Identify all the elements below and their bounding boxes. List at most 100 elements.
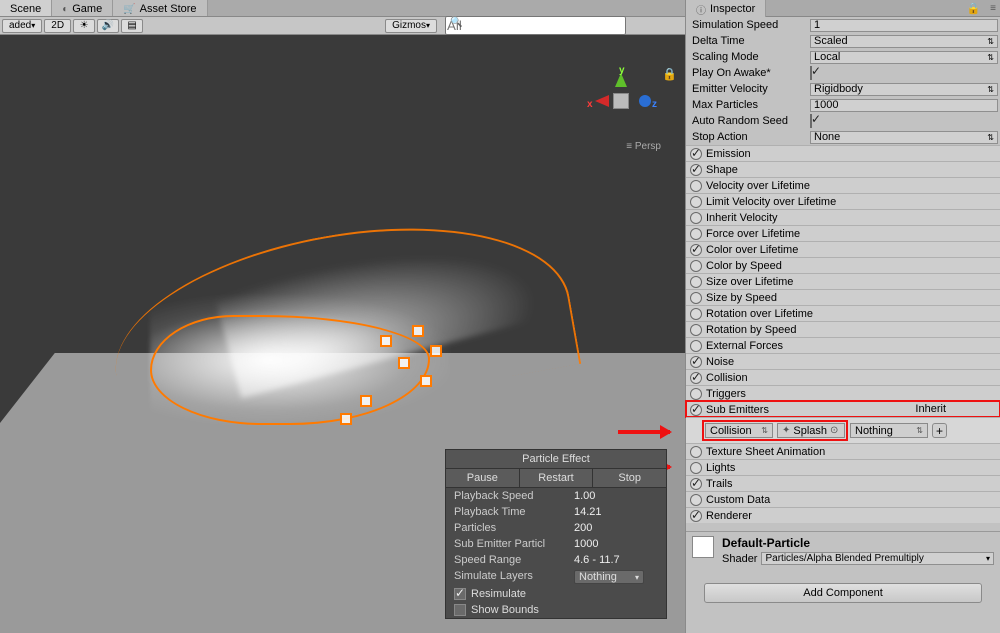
simulate-layers-dropdown[interactable]: Nothing▾ <box>574 570 644 584</box>
lighting-toggle[interactable]: ☀ <box>73 19 95 33</box>
stop-button[interactable]: Stop <box>593 469 666 487</box>
gizmos-dropdown[interactable]: Gizmos ▾ <box>385 19 437 33</box>
scene-pane: Scene ◐Game 🛒 Asset Store aded ▾ 2D ☀ 🔊 ▤… <box>0 0 685 633</box>
restart-button[interactable]: Restart <box>520 469 594 487</box>
module-enable-checkbox[interactable] <box>690 372 702 384</box>
fx-toggle[interactable]: ▤ <box>121 19 143 33</box>
module-external-forces[interactable]: External Forces <box>686 337 1000 353</box>
audio-toggle[interactable]: 🔊 <box>97 19 119 33</box>
tab-asset-store[interactable]: 🛒 Asset Store <box>113 0 207 16</box>
module-enable-checkbox[interactable] <box>690 244 702 256</box>
pause-button[interactable]: Pause <box>446 469 520 487</box>
inspector-lock-icon[interactable]: 🔒 <box>960 2 986 15</box>
module-color-over-lifetime[interactable]: Color over Lifetime <box>686 241 1000 257</box>
sun-icon: ☀ <box>80 20 89 31</box>
playback-speed-value[interactable]: 1.00 <box>574 490 595 502</box>
tab-scene[interactable]: Scene <box>0 0 52 16</box>
gizmo-z-cone[interactable] <box>639 95 651 107</box>
module-enable-checkbox[interactable] <box>690 196 702 208</box>
auto-random-seed-checkbox[interactable] <box>810 114 812 128</box>
particles-label: Particles <box>454 522 574 534</box>
module-enable-checkbox[interactable] <box>690 212 702 224</box>
module-enable-checkbox[interactable] <box>690 148 702 160</box>
module-color-by-speed[interactable]: Color by Speed <box>686 257 1000 273</box>
module-enable-checkbox[interactable] <box>690 446 702 458</box>
playback-time-value[interactable]: 14.21 <box>574 506 602 518</box>
orientation-gizmo[interactable]: x y z <box>587 65 657 135</box>
module-enable-checkbox[interactable] <box>690 228 702 240</box>
module-rotation-by-speed[interactable]: Rotation by Speed <box>686 321 1000 337</box>
inspector-menu-icon[interactable]: ≡ <box>986 3 1000 14</box>
object-picker-icon[interactable]: ⊙ <box>830 425 838 436</box>
show-bounds-checkbox[interactable] <box>454 604 466 616</box>
sub-emitter-object-field[interactable]: ✦Splash⊙ <box>777 423 845 438</box>
sub-emitter-inherit-dropdown[interactable]: Nothing⇅ <box>850 423 928 438</box>
scene-viewport[interactable]: x y z ≡ Persp 🔒 Particle Effect Pause Re… <box>0 35 685 633</box>
module-texture-sheet-animation[interactable]: Texture Sheet Animation <box>686 443 1000 459</box>
tab-game[interactable]: ◐Game <box>52 0 113 16</box>
module-enable-checkbox[interactable] <box>690 180 702 192</box>
simulation-speed-field[interactable]: 1 <box>810 19 998 32</box>
scaling-mode-dropdown[interactable]: Local⇅ <box>810 51 998 64</box>
projection-label[interactable]: ≡ Persp <box>626 141 661 152</box>
shading-mode-dropdown[interactable]: aded ▾ <box>2 19 42 33</box>
module-enable-checkbox[interactable] <box>690 494 702 506</box>
sub-emitter-condition-dropdown[interactable]: Collision⇅ <box>705 423 773 438</box>
module-enable-checkbox[interactable] <box>690 462 702 474</box>
module-enable-checkbox[interactable] <box>690 510 702 522</box>
module-enable-checkbox[interactable] <box>690 356 702 368</box>
module-sub-emitters[interactable]: Sub Emitters <box>686 401 1000 417</box>
module-custom-data[interactable]: Custom Data <box>686 491 1000 507</box>
module-label: Rotation over Lifetime <box>706 308 813 320</box>
module-enable-checkbox[interactable] <box>690 324 702 336</box>
module-enable-checkbox[interactable] <box>690 292 702 304</box>
shader-dropdown[interactable]: Particles/Alpha Blended Premultiply▾ <box>761 552 994 565</box>
module-inherit-velocity[interactable]: Inherit Velocity <box>686 209 1000 225</box>
module-size-by-speed[interactable]: Size by Speed <box>686 289 1000 305</box>
resimulate-checkbox[interactable] <box>454 588 466 600</box>
module-collision[interactable]: Collision <box>686 369 1000 385</box>
delta-time-dropdown[interactable]: Scaled⇅ <box>810 35 998 48</box>
module-enable-checkbox[interactable] <box>690 404 702 416</box>
tab-label: Asset Store <box>140 3 197 15</box>
info-icon: ⓘ <box>696 2 706 17</box>
module-enable-checkbox[interactable] <box>690 276 702 288</box>
max-particles-field[interactable]: 1000 <box>810 99 998 112</box>
module-noise[interactable]: Noise <box>686 353 1000 369</box>
module-label: Size over Lifetime <box>706 276 793 288</box>
module-lights[interactable]: Lights <box>686 459 1000 475</box>
module-size-over-lifetime[interactable]: Size over Lifetime <box>686 273 1000 289</box>
module-enable-checkbox[interactable] <box>690 388 702 400</box>
gizmo-cube[interactable] <box>613 93 629 109</box>
module-enable-checkbox[interactable] <box>690 340 702 352</box>
module-triggers[interactable]: Triggers <box>686 385 1000 401</box>
module-rotation-over-lifetime[interactable]: Rotation over Lifetime <box>686 305 1000 321</box>
stop-action-dropdown[interactable]: None⇅ <box>810 131 998 144</box>
module-emission[interactable]: Emission <box>686 145 1000 161</box>
material-preview[interactable] <box>692 536 714 558</box>
scene-search-input[interactable] <box>445 16 626 35</box>
overlay-title: Particle Effect <box>446 450 666 469</box>
module-trails[interactable]: Trails <box>686 475 1000 491</box>
module-shape[interactable]: Shape <box>686 161 1000 177</box>
play-on-awake-checkbox[interactable] <box>810 66 812 80</box>
lock-icon[interactable]: 🔒 <box>662 67 677 81</box>
module-velocity-over-lifetime[interactable]: Velocity over Lifetime <box>686 177 1000 193</box>
module-enable-checkbox[interactable] <box>690 260 702 272</box>
module-renderer[interactable]: Renderer <box>686 507 1000 523</box>
add-component-button[interactable]: Add Component <box>704 583 982 603</box>
add-sub-emitter-button[interactable]: + <box>932 423 947 438</box>
module-limit-velocity-over-lifetime[interactable]: Limit Velocity over Lifetime <box>686 193 1000 209</box>
speaker-icon: 🔊 <box>102 20 114 31</box>
module-enable-checkbox[interactable] <box>690 478 702 490</box>
cart-icon: 🛒 <box>123 4 135 15</box>
chevron-down-icon: ▾ <box>426 21 430 30</box>
material-header[interactable]: Default-Particle Shader Particles/Alpha … <box>686 531 1000 569</box>
tab-inspector[interactable]: ⓘ Inspector <box>686 0 766 17</box>
module-enable-checkbox[interactable] <box>690 164 702 176</box>
gizmo-x-cone[interactable] <box>595 95 609 107</box>
toggle-2d[interactable]: 2D <box>44 19 71 33</box>
module-force-over-lifetime[interactable]: Force over Lifetime <box>686 225 1000 241</box>
module-enable-checkbox[interactable] <box>690 308 702 320</box>
emitter-velocity-dropdown[interactable]: Rigidbody⇅ <box>810 83 998 96</box>
